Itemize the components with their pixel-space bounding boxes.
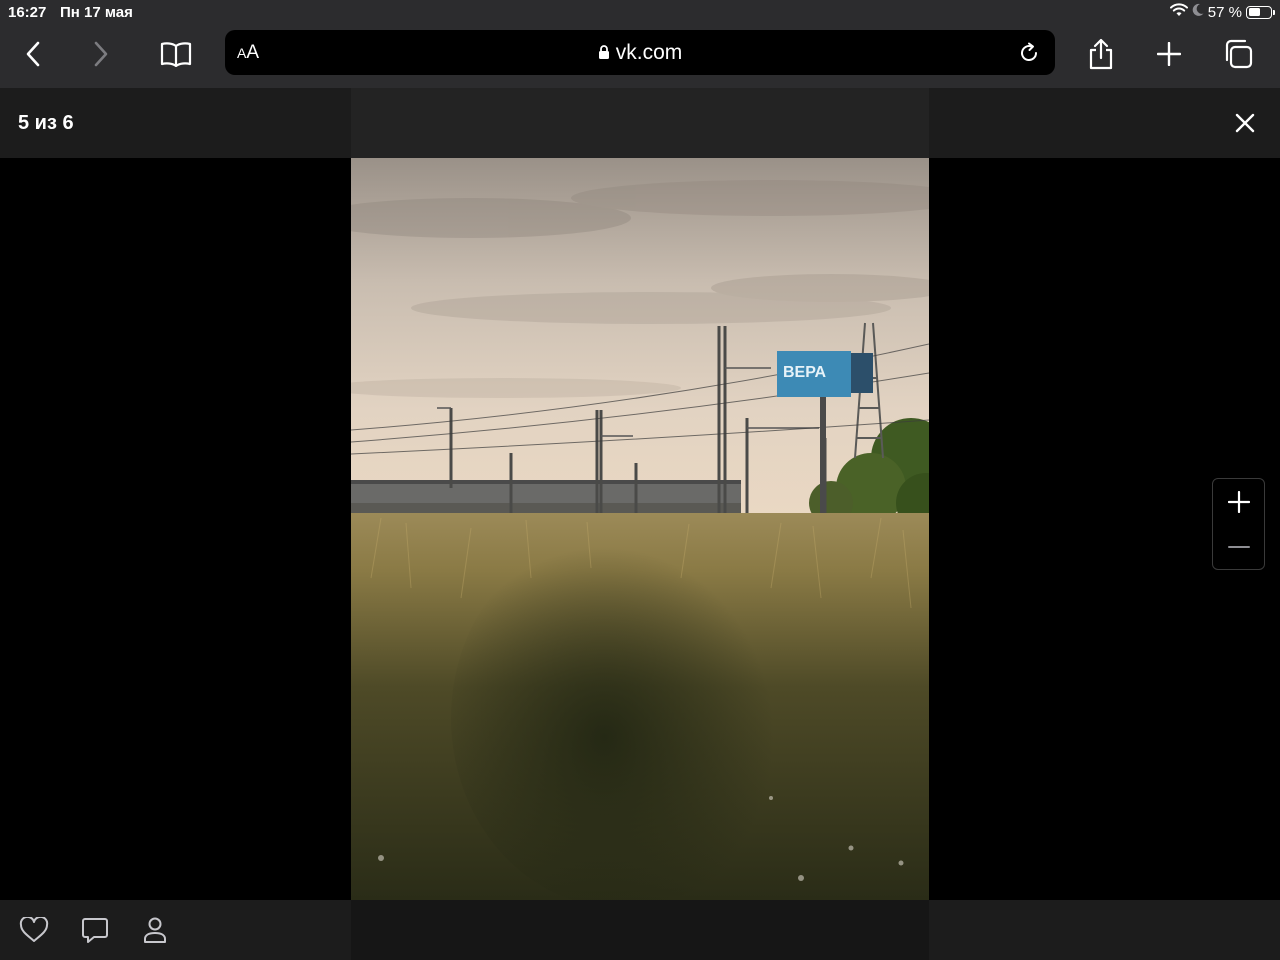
comment-button[interactable]: [77, 914, 113, 946]
photo-viewer: ВЕРА: [0, 158, 1280, 900]
url-display[interactable]: vk.com: [225, 41, 1055, 66]
address-bar[interactable]: AA vk.com: [225, 30, 1055, 75]
comment-icon: [82, 918, 108, 943]
zoom-out-icon: [1227, 545, 1250, 548]
new-tab-icon: [1157, 42, 1181, 66]
bookmarks-button[interactable]: [156, 34, 196, 74]
bookmarks-icon: [160, 42, 192, 67]
forward-button[interactable]: [81, 34, 121, 74]
tag-person-button[interactable]: [137, 914, 173, 946]
viewer-header-photo-band: [351, 88, 929, 158]
lock-icon: [598, 42, 610, 66]
status-bar: 16:27 Пн 17 мая 57 %: [0, 0, 1280, 24]
url-text: vk.com: [615, 41, 683, 64]
battery-icon: [1246, 5, 1275, 19]
tabs-button[interactable]: [1218, 34, 1258, 74]
like-button[interactable]: [16, 914, 52, 946]
close-viewer-button[interactable]: [1230, 108, 1260, 138]
path-shadow: [451, 528, 791, 900]
reload-button[interactable]: [1011, 35, 1047, 71]
zoom-in-icon: [1227, 490, 1250, 513]
back-icon: [26, 41, 40, 67]
reload-icon: [1021, 42, 1038, 62]
viewer-footer: [0, 900, 1280, 960]
back-button[interactable]: [13, 34, 53, 74]
status-date: Пн 17 мая: [60, 4, 133, 21]
viewer-header: 5 из 6: [0, 88, 1280, 158]
billboard-text: ВЕРА: [783, 364, 826, 381]
moon-icon: [1192, 3, 1204, 21]
battery-percent: 57 %: [1207, 3, 1242, 21]
photo-counter: 5 из 6: [18, 112, 74, 134]
zoom-control: [1212, 478, 1265, 570]
zoom-in-button[interactable]: [1213, 479, 1264, 524]
forward-icon: [94, 41, 108, 67]
photo[interactable]: ВЕРА: [351, 158, 929, 900]
wifi-icon: [1169, 3, 1188, 21]
status-time: 16:27: [8, 4, 47, 21]
status-indicators: 57 %: [1169, 3, 1275, 21]
tag-person-icon: [144, 917, 166, 943]
viewer-footer-photo-band: [351, 900, 929, 960]
close-icon: [1235, 113, 1255, 133]
tabs-icon: [1225, 39, 1253, 69]
zoom-out-button[interactable]: [1213, 524, 1264, 569]
new-tab-button[interactable]: [1149, 34, 1189, 74]
share-button[interactable]: [1081, 34, 1121, 74]
share-icon: [1089, 38, 1113, 70]
overpass: [351, 483, 741, 503]
photo-image: ВЕРА: [351, 158, 929, 900]
like-icon: [19, 917, 49, 942]
browser-toolbar: AA vk.com: [0, 24, 1280, 88]
battery-level: [1248, 8, 1261, 16]
